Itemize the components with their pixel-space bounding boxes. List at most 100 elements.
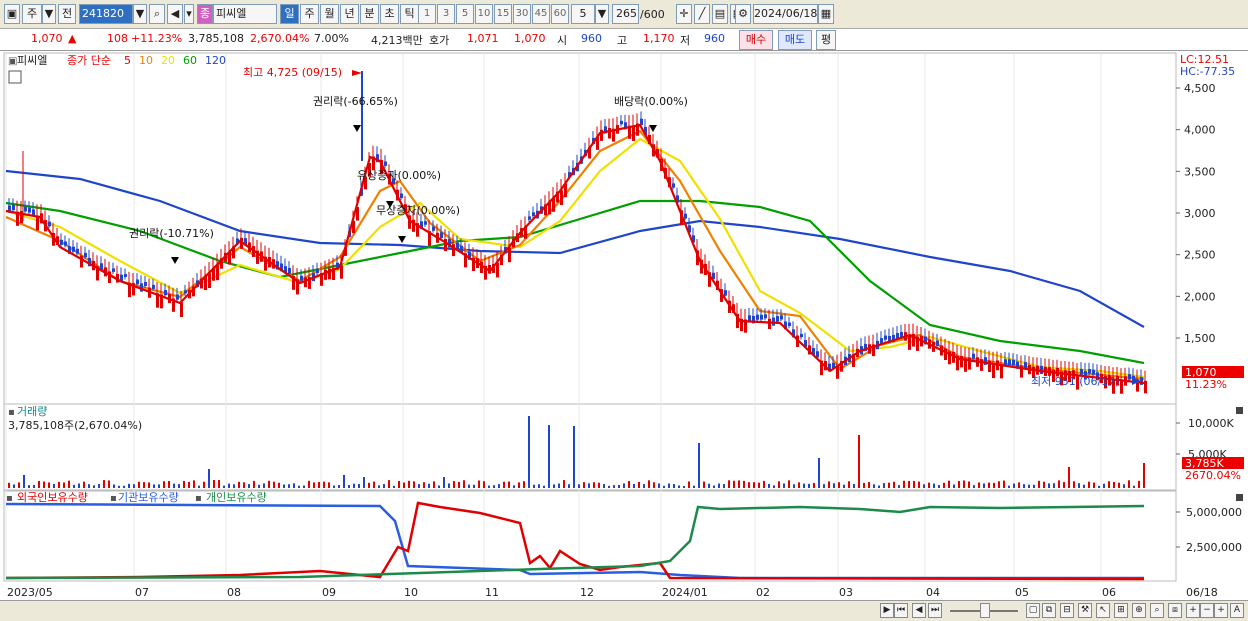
- search-icon[interactable]: ⌕: [149, 4, 165, 24]
- volume-bar: [958, 480, 960, 488]
- x-axis-label: 07: [135, 586, 149, 599]
- volume-bar: [178, 484, 180, 488]
- stock-name[interactable]: 피씨엘: [213, 4, 277, 24]
- layout-icon[interactable]: ▢: [1026, 603, 1040, 618]
- tools-icon[interactable]: ⚒: [1078, 603, 1092, 618]
- minute-select[interactable]: 5: [571, 4, 595, 24]
- volume-bar: [898, 485, 900, 488]
- buy-button[interactable]: 매수: [739, 30, 773, 50]
- volume-bar: [13, 484, 15, 488]
- zoom-fit-icon[interactable]: ⊞: [1114, 603, 1128, 618]
- current-pct-label: 11.23%: [1185, 378, 1227, 391]
- minute-tab-1[interactable]: 1: [418, 4, 436, 24]
- inst-label: 기관보유수량: [118, 491, 179, 504]
- candle-body: [776, 316, 779, 322]
- volume-bar: [503, 481, 505, 488]
- interval-tab-6[interactable]: 틱: [400, 4, 419, 24]
- volume-bar: [143, 482, 145, 488]
- zoom-area-icon[interactable]: ⊕: [1132, 603, 1146, 618]
- window-grid-icon[interactable]: ⧈: [1168, 603, 1182, 618]
- date-input[interactable]: 2024/06/18: [753, 4, 818, 24]
- volume-bar: [983, 483, 985, 488]
- zoom-slider-thumb[interactable]: [980, 603, 990, 618]
- minute-tab-15[interactable]: 15: [494, 4, 512, 24]
- last-icon[interactable]: ⏭: [928, 603, 942, 618]
- copy-icon[interactable]: ⧉: [1042, 603, 1056, 618]
- volume-bar: [23, 475, 25, 488]
- market-button[interactable]: 전: [58, 4, 76, 24]
- volume-bar: [238, 481, 240, 488]
- volume-bar: [378, 485, 380, 488]
- volume-bar: [53, 483, 55, 488]
- magnify-icon[interactable]: ⌕: [1150, 603, 1164, 618]
- volume-bar: [533, 484, 535, 488]
- split-icon[interactable]: ⊟: [1060, 603, 1074, 618]
- volume-bar: [253, 480, 255, 488]
- volume-bar: [1018, 482, 1020, 488]
- volume-bar: [33, 484, 35, 488]
- volume-bar: [768, 483, 770, 488]
- volume-bar: [813, 482, 815, 488]
- interval-tab-4[interactable]: 분: [360, 4, 379, 24]
- window-icon[interactable]: ▣: [4, 4, 20, 24]
- minute-dropdown-icon[interactable]: ▼: [595, 4, 609, 24]
- interval-tab-2[interactable]: 월: [320, 4, 339, 24]
- prev-icon[interactable]: ◀: [912, 603, 926, 618]
- sound-icon[interactable]: ◀: [167, 4, 183, 24]
- volume-bar: [83, 481, 85, 488]
- candle-body: [216, 265, 219, 281]
- volume-bar: [1073, 481, 1075, 488]
- scroll-right-icon[interactable]: ▶: [880, 603, 894, 618]
- volume-bar: [713, 485, 715, 488]
- font-icon[interactable]: A: [1230, 603, 1244, 618]
- open: 960: [581, 32, 602, 45]
- minute-tab-60[interactable]: 60: [551, 4, 569, 24]
- volume-bar: [583, 482, 585, 488]
- minute-tab-3[interactable]: 3: [437, 4, 455, 24]
- candle-body: [64, 241, 67, 246]
- stock-chart[interactable]: 4,5004,0003,5003,0002,5002,0001,500LC:12…: [0, 51, 1248, 601]
- volume-bar: [563, 480, 565, 488]
- y-tick-label: 2,500: [1184, 249, 1216, 262]
- flat-button[interactable]: 평: [816, 30, 836, 50]
- calendar-icon[interactable]: ▦: [818, 4, 834, 24]
- count-input[interactable]: 265: [612, 4, 639, 24]
- code-dropdown-icon[interactable]: ▼: [133, 4, 147, 24]
- volume-bar: [783, 483, 785, 488]
- minute-tab-10[interactable]: 10: [475, 4, 493, 24]
- first-icon[interactable]: ⏮: [894, 603, 908, 618]
- crosshair-icon[interactable]: ✛: [676, 4, 692, 24]
- sound-dropdown-icon[interactable]: ▾: [184, 4, 194, 24]
- candle-body: [180, 302, 183, 317]
- volume-bar: [343, 475, 345, 488]
- event-annotation: 유상증자(0.00%): [357, 169, 441, 182]
- cursor-icon[interactable]: ↖: [1096, 603, 1110, 618]
- volume-bar: [513, 485, 515, 488]
- sell-button[interactable]: 매도: [778, 30, 812, 50]
- code-input[interactable]: 241820: [79, 4, 133, 24]
- zoom-out-icon[interactable]: −: [1200, 603, 1214, 618]
- interval-tab-0[interactable]: 일: [280, 4, 299, 24]
- chevron-down-icon[interactable]: ▼: [42, 4, 56, 24]
- minute-tab-30[interactable]: 30: [513, 4, 531, 24]
- interval-tab-1[interactable]: 주: [300, 4, 319, 24]
- minute-tab-45[interactable]: 45: [532, 4, 550, 24]
- interval-tab-3[interactable]: 년: [340, 4, 359, 24]
- candle-body: [176, 294, 179, 300]
- zoom-plus-icon[interactable]: +: [1214, 603, 1228, 618]
- open-label: 시: [557, 34, 568, 47]
- ma-label: 종가 단순: [67, 54, 111, 67]
- print-icon[interactable]: ▤: [712, 4, 728, 24]
- minute-tab-5[interactable]: 5: [456, 4, 474, 24]
- event-annotation: 무상증자(0.00%): [376, 204, 460, 217]
- volume-bar: [803, 483, 805, 488]
- zoom-in-icon[interactable]: +: [1186, 603, 1200, 618]
- volume-bar: [163, 481, 165, 488]
- period-prefix[interactable]: 주: [22, 4, 42, 24]
- line-tool-icon[interactable]: ╱: [694, 4, 710, 24]
- x-axis-label: 06: [1102, 586, 1116, 599]
- interval-tab-5[interactable]: 초: [380, 4, 399, 24]
- turnover: 7.00%: [314, 32, 349, 45]
- volume-bar: [918, 481, 920, 488]
- gear-icon[interactable]: ⚙: [735, 4, 751, 24]
